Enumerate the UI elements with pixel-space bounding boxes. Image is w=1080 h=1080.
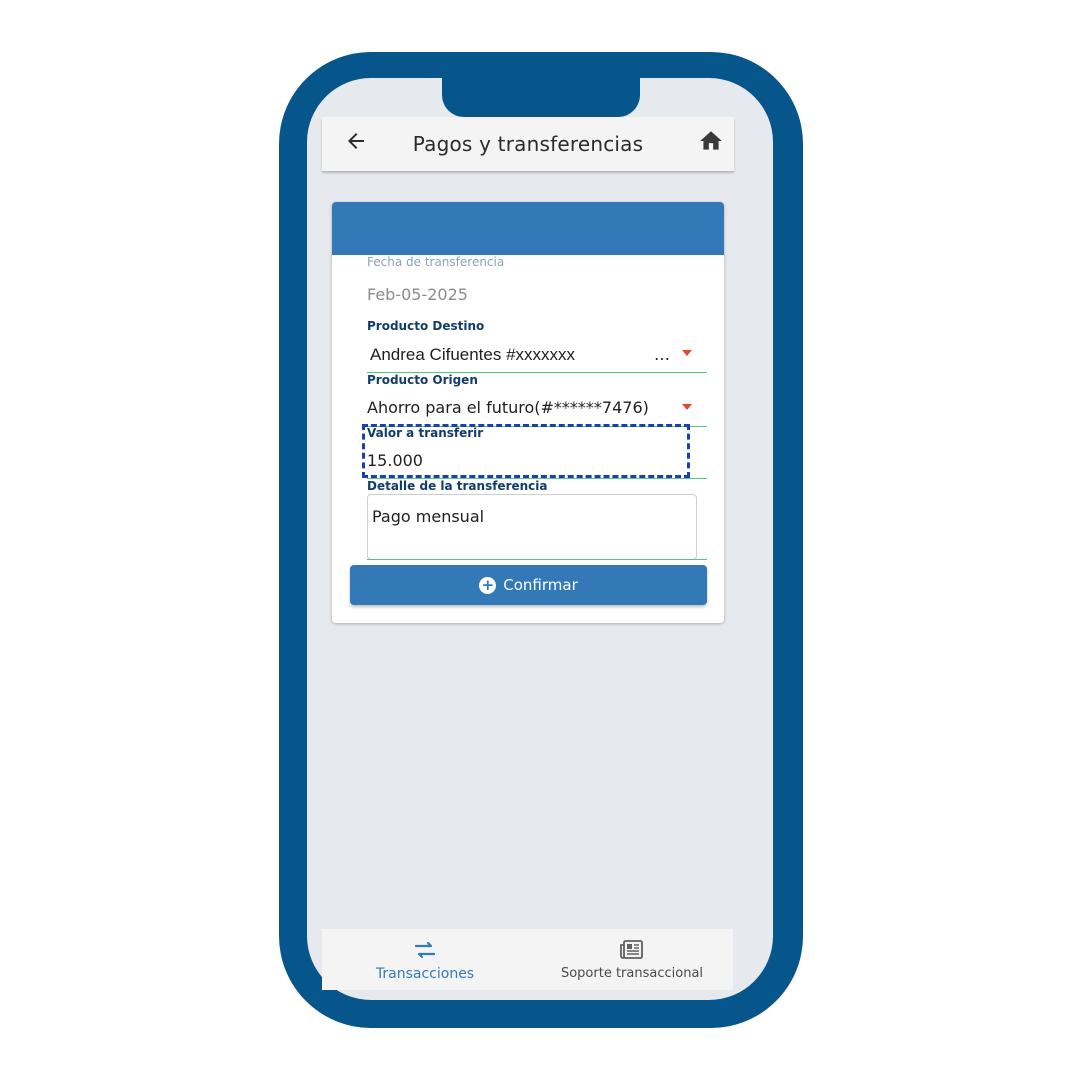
caret-down-icon: [682, 350, 692, 356]
confirm-label: Confirmar: [503, 576, 578, 594]
nav-label: Transacciones: [375, 966, 475, 982]
destino-label: Producto Destino: [367, 319, 485, 333]
fecha-label: Fecha de transferencia: [367, 255, 505, 269]
destino-value: Andrea Cifuentes #xxxxxxx: [370, 345, 576, 364]
origen-label: Producto Origen: [367, 373, 478, 387]
destino-ellipsis: …: [654, 345, 670, 364]
fecha-value: Feb-05-2025: [367, 285, 468, 304]
nav-label: Soporte transaccional: [560, 966, 704, 981]
swap-arrows-icon: [414, 941, 436, 959]
confirm-button[interactable]: + Confirmar: [350, 565, 707, 605]
bottom-nav: Transacciones Soporte transaccional: [322, 929, 733, 990]
app-bar: Pagos y transferencias: [322, 117, 734, 171]
valor-label: Valor a transferir: [367, 426, 484, 440]
arrow-left-icon[interactable]: [344, 129, 368, 153]
origen-value: Ahorro para el futuro(#******7476): [367, 398, 649, 417]
card-header: [332, 202, 724, 255]
detalle-textarea[interactable]: Pago mensual: [367, 494, 697, 560]
plus-circle-icon: +: [479, 576, 497, 594]
phone-notch: [442, 70, 640, 117]
nav-transacciones[interactable]: Transacciones: [370, 929, 480, 990]
home-icon[interactable]: [698, 128, 724, 154]
transfer-form-card: Fecha de transferencia Feb-05-2025 Produ…: [332, 202, 724, 623]
page-title: Pagos y transferencias: [412, 132, 644, 156]
detalle-underline: [367, 559, 707, 560]
nav-soporte[interactable]: Soporte transaccional: [558, 929, 706, 990]
caret-down-icon: [682, 404, 692, 410]
newspaper-icon: [620, 940, 643, 959]
detalle-value: Pago mensual: [372, 507, 485, 526]
valor-input[interactable]: 15.000: [367, 451, 423, 470]
detalle-label: Detalle de la transferencia: [367, 479, 548, 493]
